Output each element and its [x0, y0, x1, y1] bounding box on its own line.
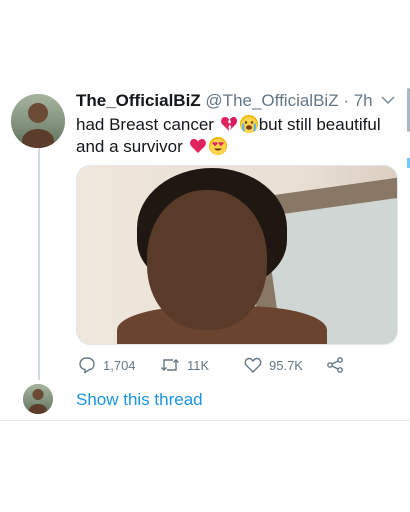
tweet-time[interactable]: 7h [354, 91, 373, 110]
tweet-text-part1: had Breast cancer [76, 115, 214, 134]
retweet-button[interactable]: 11K [160, 356, 209, 374]
reply-icon [79, 357, 95, 374]
show-thread-link[interactable]: Show this thread [76, 390, 203, 410]
crying-face-icon [239, 115, 258, 133]
reply-count: 1,704 [103, 358, 136, 373]
red-heart-icon [189, 137, 207, 155]
retweet-icon [161, 359, 179, 371]
retweet-count: 11K [187, 358, 210, 373]
heart-eyes-face-icon [208, 137, 227, 155]
tweet-photo[interactable] [76, 165, 398, 345]
separator-dot: · [343, 91, 349, 110]
tweet-text: had Breast cancer but still beautiful an… [76, 114, 394, 158]
divider [0, 420, 410, 421]
thread-avatar[interactable] [23, 384, 53, 414]
share-icon [327, 357, 343, 373]
reply-button[interactable]: 1,704 [78, 356, 136, 374]
heart-icon [244, 357, 262, 373]
display-name[interactable]: The_OfficialBiZ [76, 91, 201, 110]
chevron-down-icon[interactable] [380, 92, 396, 110]
share-button[interactable] [326, 356, 351, 374]
avatar-figure [21, 129, 55, 148]
user-handle[interactable]: @The_OfficialBiZ [205, 91, 338, 110]
tweet-header: The_OfficialBiZ @The_OfficialBiZ · 7h [76, 90, 373, 112]
thread-connector-line [38, 148, 40, 380]
like-count: 95.7K [269, 358, 303, 373]
avatar[interactable] [11, 94, 65, 148]
broken-heart-icon [220, 115, 238, 133]
like-button[interactable]: 95.7K [244, 356, 303, 374]
photo-face [147, 190, 267, 330]
thread-avatar-figure [29, 403, 47, 414]
